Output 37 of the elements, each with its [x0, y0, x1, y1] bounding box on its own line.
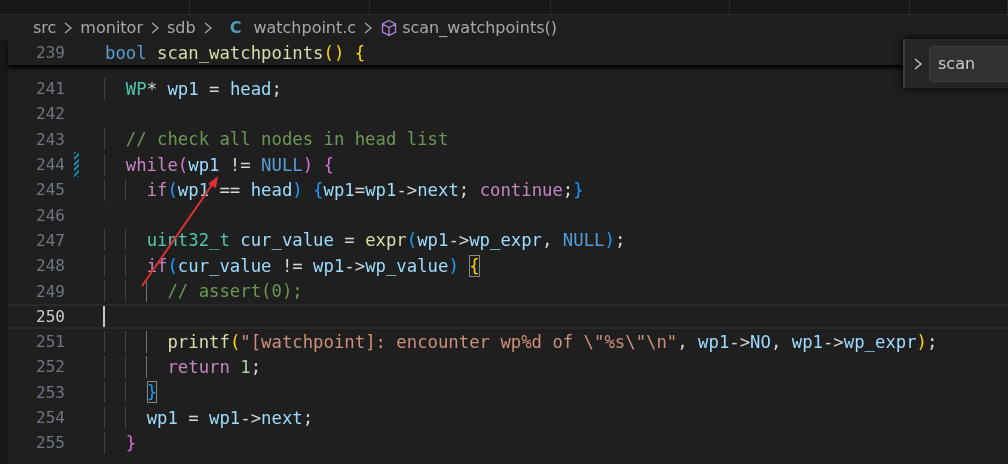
line-number: 244 [35, 155, 65, 175]
line-number: 246 [35, 205, 65, 225]
line-number: 245 [35, 180, 65, 200]
chevron-right-icon[interactable] [913, 56, 923, 71]
code-line: } [105, 431, 137, 454]
code-line: WP* wp1 = head; [105, 77, 282, 100]
code-line: printf("[watchpoint]: encounter wp%d of \"%s\"\n", wp1->NO, wp1->wp_expr); [105, 330, 938, 353]
line-number: 253 [35, 382, 65, 402]
line-number: 247 [35, 230, 65, 250]
code-line: if(wp1 == head) {wp1=wp1->next; continue;} [105, 178, 584, 201]
code-line: while(wp1 != NULL) { [105, 153, 334, 176]
code-line: return 1; [105, 355, 262, 378]
line-number: 255 [35, 433, 65, 453]
line-number: 251 [35, 332, 65, 352]
line-number: 250 [35, 306, 65, 326]
line-number: 254 [35, 408, 65, 427]
cube-icon [380, 18, 399, 37]
code-line: bool scan_watchpoints() { [105, 41, 366, 64]
breadcrumb-item[interactable]: watchpoint.c [253, 18, 357, 37]
line-number: 252 [35, 357, 65, 377]
code-line: } [105, 381, 158, 404]
code-line: // check all nodes in head list [105, 128, 449, 151]
breadcrumb-item[interactable]: src [33, 18, 57, 37]
line-number: 241 [35, 79, 65, 99]
line-number: 243 [35, 129, 65, 149]
breadcrumb-item[interactable]: sdb [166, 18, 196, 37]
breadcrumb-item[interactable]: monitor [80, 18, 143, 37]
find-input[interactable]: scan [929, 45, 1008, 82]
line-number: 249 [35, 281, 65, 301]
code-line: wp1 = wp1->next; [105, 406, 314, 429]
breadcrumb-item[interactable]: scan_watchpoints() [402, 18, 557, 37]
c-file-icon: C [229, 18, 242, 37]
code-line: // assert(0); [105, 280, 303, 303]
text-cursor [103, 305, 105, 327]
line-number: 242 [35, 104, 65, 124]
line-number: 248 [35, 256, 65, 276]
line-number: 239 [35, 43, 65, 62]
